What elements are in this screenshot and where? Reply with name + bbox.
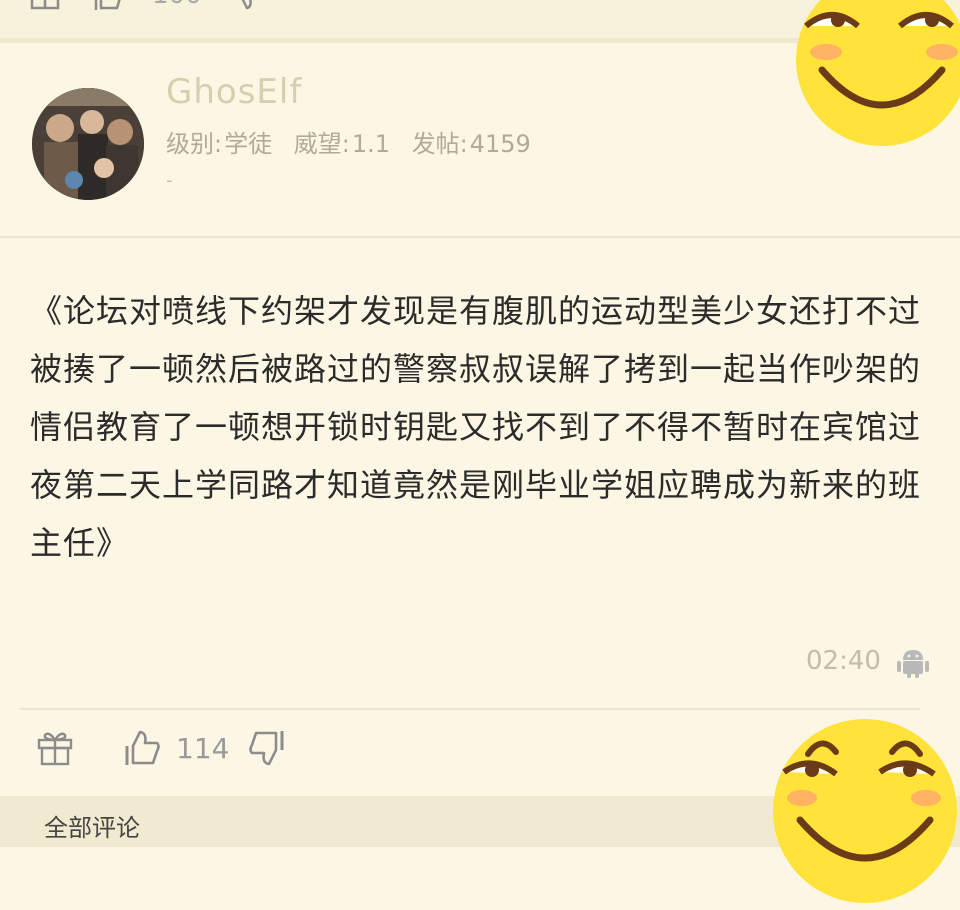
prestige-value: 1.1 (351, 130, 390, 158)
gift-icon[interactable] (36, 729, 74, 767)
posts-value: 4159 (469, 130, 531, 158)
prestige-label: 威望: (293, 130, 350, 158)
user-meta: 级别:学徒 威望:1.1 发帖:4159 (166, 124, 545, 159)
android-icon (897, 648, 929, 682)
post-body: 《论坛对喷线下约架才发现是有腹肌的运动型美少女还打不过被揍了一顿然后被路过的警察… (30, 292, 922, 562)
previous-actions-row: 100 (28, 0, 264, 12)
thumbs-up-icon[interactable] (90, 0, 124, 12)
actions-divider (20, 708, 920, 710)
thumbs-up-icon[interactable] (122, 728, 162, 768)
like-count: 114 (176, 731, 230, 765)
posts-label: 发帖: (411, 130, 468, 158)
post-actions: 114 (36, 728, 287, 768)
grinning-emoji-sticker (770, 716, 960, 910)
header-divider (0, 236, 960, 238)
thumbs-down-icon[interactable] (230, 0, 264, 12)
user-signature: - (166, 170, 173, 191)
avatar[interactable] (32, 88, 144, 200)
all-comments-tab[interactable]: 全部评论 (44, 808, 140, 843)
level-value: 学徒 (224, 130, 273, 158)
previous-like-count: 100 (152, 0, 202, 10)
grinning-emoji-sticker (792, 0, 960, 154)
thumbs-down-icon[interactable] (247, 728, 287, 768)
gift-icon[interactable] (28, 0, 62, 12)
level-label: 级别: (166, 130, 223, 158)
post-time: 02:40 (806, 646, 881, 676)
username[interactable]: GhosElf (166, 72, 302, 112)
